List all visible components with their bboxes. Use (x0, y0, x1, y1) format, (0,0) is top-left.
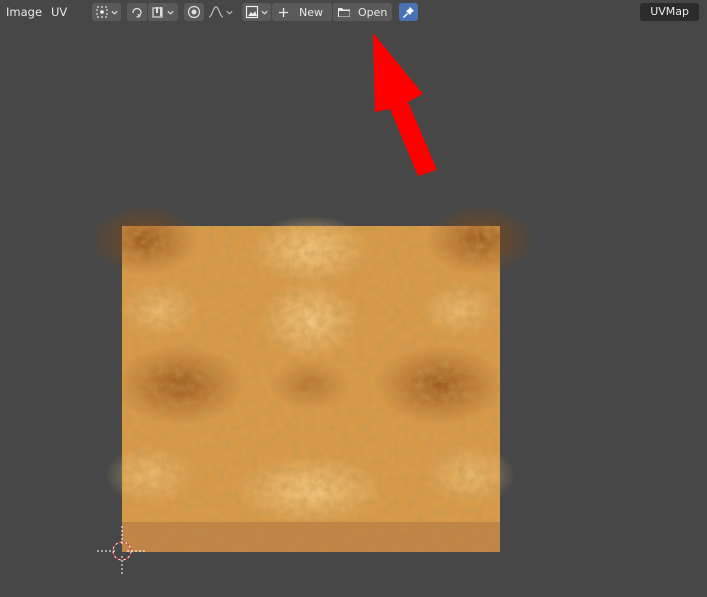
pin-icon (403, 6, 414, 18)
uv-sync-selection-toggle[interactable] (127, 3, 147, 21)
browse-image-dropdown[interactable] (242, 3, 271, 21)
chevron-down-icon (260, 10, 268, 15)
sync-icon (132, 7, 142, 18)
pivot-icon (95, 6, 108, 18)
snap-icon (152, 7, 163, 18)
proportional-editing-toggle[interactable] (184, 3, 204, 21)
image-editor-header: Image UV New Open UVMap (0, 0, 707, 24)
texture-image (90, 205, 535, 552)
new-label: New (299, 5, 323, 19)
pivot-point-dropdown[interactable] (92, 3, 121, 21)
pin-image-toggle[interactable] (399, 3, 418, 21)
chevron-down-icon (167, 10, 174, 15)
annotation-arrow (373, 33, 437, 176)
chevron-down-icon (110, 10, 118, 15)
open-image-button[interactable]: Open (333, 3, 392, 21)
menu-image[interactable]: Image (6, 4, 42, 20)
proportional-falloff-dropdown[interactable] (205, 3, 236, 21)
proportional-edit-icon (187, 5, 201, 19)
folder-icon (338, 8, 350, 17)
plus-icon (279, 7, 288, 17)
image-viewport[interactable] (0, 24, 707, 597)
snap-dropdown[interactable] (148, 3, 178, 21)
falloff-icon (208, 6, 223, 18)
open-label: Open (358, 5, 388, 19)
image-browse-icon (245, 5, 258, 19)
uv-map-selector[interactable]: UVMap (640, 3, 699, 21)
chevron-down-icon (225, 10, 233, 15)
new-image-button[interactable]: New (272, 3, 332, 21)
menu-uv[interactable]: UV (51, 4, 67, 20)
